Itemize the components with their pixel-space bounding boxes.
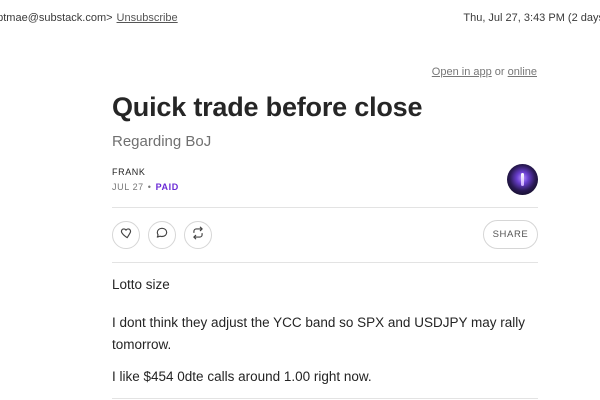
divider-actions bbox=[112, 262, 538, 263]
body-paragraph-2: I dont think they adjust the YCC band so… bbox=[112, 315, 525, 352]
open-in-app-link[interactable]: Open in app bbox=[432, 66, 492, 78]
open-in-or: or bbox=[494, 66, 505, 78]
divider-bottom bbox=[112, 398, 538, 399]
email-header-bar: 0ptmae@substack.com> Unsubscribe Thu, Jul… bbox=[0, 10, 600, 28]
author-name[interactable]: FRANK bbox=[112, 167, 146, 177]
comment-button[interactable] bbox=[148, 221, 176, 249]
share-button[interactable]: SHARE bbox=[483, 220, 538, 249]
email-date: Thu, Jul 27, 3:43 PM (2 days bbox=[463, 12, 600, 24]
heart-icon bbox=[119, 226, 133, 245]
avatar[interactable] bbox=[507, 164, 538, 195]
restack-icon bbox=[191, 226, 205, 245]
avatar-figure bbox=[521, 173, 524, 186]
sender-address: 0ptmae@substack.com> Unsubscribe bbox=[0, 12, 178, 24]
open-online-link[interactable]: online bbox=[508, 66, 537, 78]
post-title[interactable]: Quick trade before close bbox=[112, 92, 423, 123]
divider-top bbox=[112, 207, 538, 208]
meta-separator: • bbox=[147, 182, 152, 192]
post-subtitle: Regarding BoJ bbox=[112, 133, 212, 150]
paid-badge: PAID bbox=[155, 182, 179, 192]
body-paragraph-3: I like $454 0dte calls around 1.00 right… bbox=[112, 369, 372, 384]
post-date: JUL 27 bbox=[112, 182, 144, 192]
open-in-row: Open in app or online bbox=[432, 66, 537, 78]
like-button[interactable] bbox=[112, 221, 140, 249]
unsubscribe-link[interactable]: Unsubscribe bbox=[117, 12, 178, 24]
post-meta: JUL 27 • PAID bbox=[112, 182, 179, 192]
body-paragraph-1: Lotto size bbox=[112, 277, 170, 292]
sender-email: 0ptmae@substack.com> bbox=[0, 12, 113, 24]
restack-button[interactable] bbox=[184, 221, 212, 249]
comment-icon bbox=[155, 226, 169, 245]
